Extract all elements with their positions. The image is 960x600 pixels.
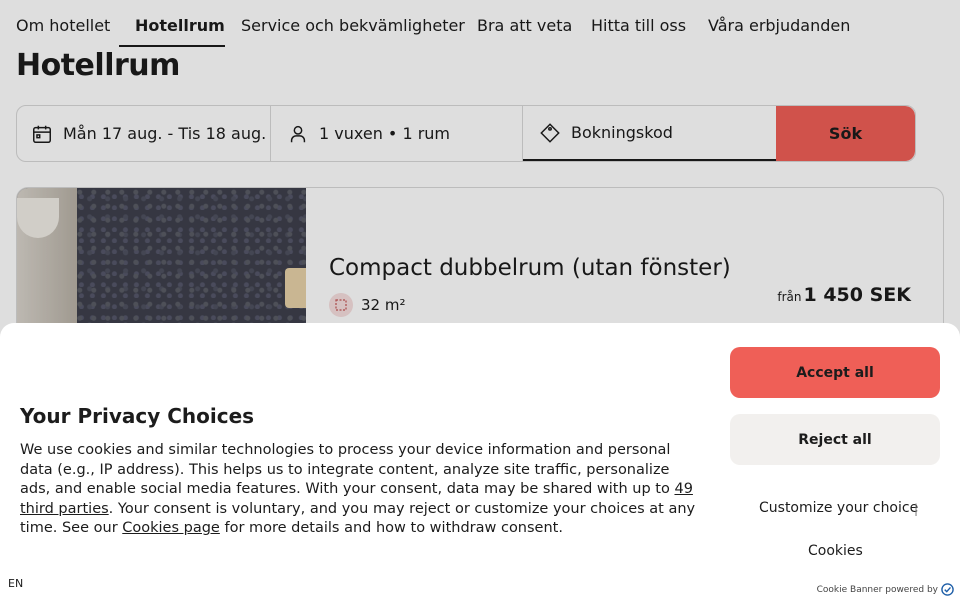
accept-all-button[interactable]: Accept all: [730, 347, 940, 398]
cookie-banner-title: Your Privacy Choices: [20, 404, 255, 428]
cookie-banner-text: We use cookies and similar technologies …: [20, 441, 700, 539]
cookie-text-part-1: We use cookies and similar technologies …: [20, 442, 675, 498]
link-separator: |: [914, 502, 919, 516]
cookie-banner: Accept all Reject all Your Privacy Choic…: [0, 323, 960, 600]
cookie-text-part-3: for more details and how to withdraw con…: [219, 520, 563, 537]
language-selector[interactable]: EN: [8, 577, 23, 590]
powered-by-text: Cookie Banner powered by: [816, 584, 938, 595]
powered-by[interactable]: Cookie Banner powered by: [817, 583, 954, 596]
reject-all-button[interactable]: Reject all: [730, 414, 940, 465]
customize-choice-link[interactable]: Customize your choice: [759, 500, 918, 516]
cookies-page-link[interactable]: Cookies page: [122, 520, 220, 536]
consent-provider-logo-icon: [941, 583, 954, 596]
hotel-page: Om hotellet Hotellrum Service och bekväm…: [0, 0, 960, 600]
cookies-link[interactable]: Cookies: [808, 543, 863, 559]
